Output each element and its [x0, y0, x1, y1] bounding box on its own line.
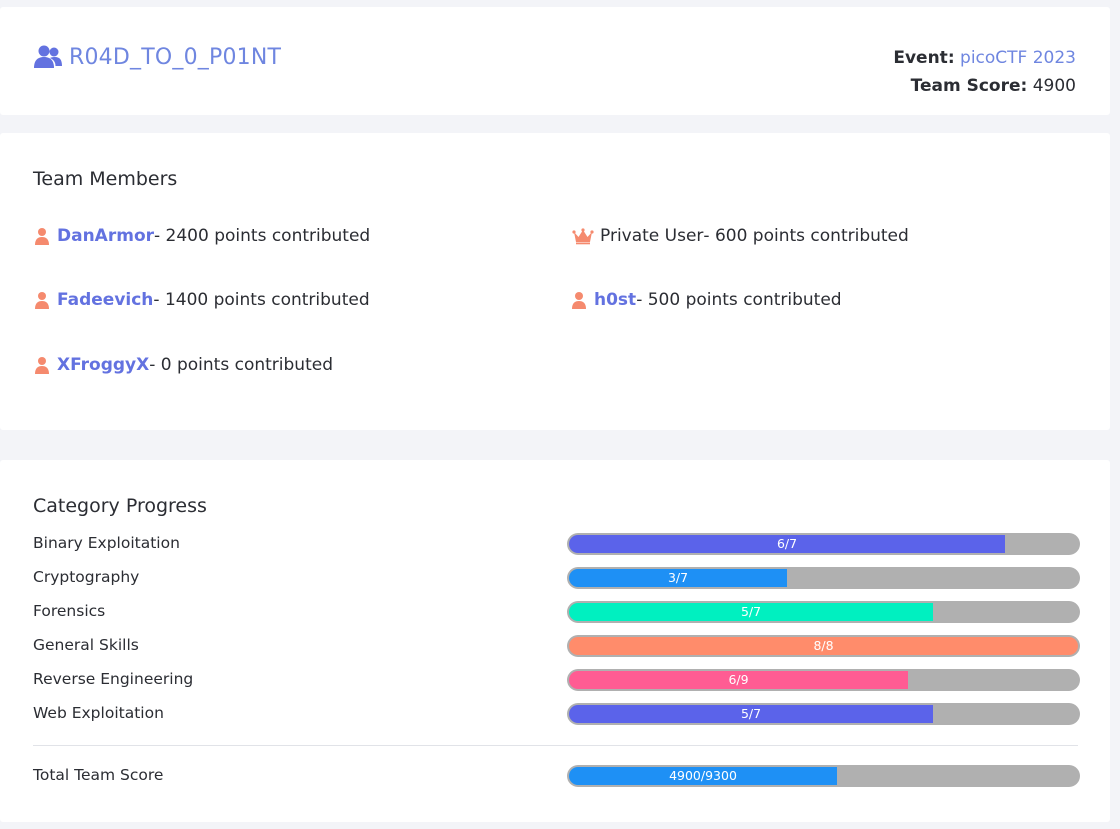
team-name: R04D_TO_0_P01NT [69, 44, 282, 70]
team-score-line: Team Score: 4900 [893, 72, 1076, 100]
team-header-card: R04D_TO_0_P01NT Event: picoCTF 2023 Team… [0, 7, 1110, 115]
member-link[interactable]: XFroggyX [57, 355, 149, 375]
category-progress-title: Category Progress [33, 495, 207, 517]
progress-text: 6/9 [728, 672, 749, 687]
category-label: Binary Exploitation [33, 534, 180, 552]
category-row: Web Exploitation 5/7 [33, 703, 1080, 725]
progress-text: 5/7 [740, 706, 762, 721]
category-row: Reverse Engineering 6/9 [33, 669, 1080, 691]
event-line: Event: picoCTF 2023 [893, 44, 1076, 72]
category-row: Binary Exploitation 6/7 [33, 533, 1080, 555]
member-points: - 1400 points contributed [153, 290, 370, 310]
progress-bar: 5/7 [567, 703, 1080, 725]
total-progress-bar: 4900/9300 [567, 765, 1080, 787]
team-score-label: Team Score: [910, 76, 1028, 96]
progress-fill: 5/7 [569, 705, 933, 723]
progress-fill: 8/8 [569, 637, 1078, 655]
team-title: R04D_TO_0_P01NT [33, 44, 281, 70]
member-points: - 0 points contributed [149, 355, 333, 375]
progress-text: 3/7 [667, 570, 689, 585]
user-icon [570, 291, 588, 309]
progress-bar: 6/7 [567, 533, 1080, 555]
member-points: - 2400 points contributed [154, 226, 371, 246]
category-label: Cryptography [33, 568, 140, 586]
total-progress-text: 4900/9300 [669, 768, 737, 783]
member-item: DanArmor - 2400 points contributed [33, 226, 370, 246]
progress-bar: 3/7 [567, 567, 1080, 589]
event-label: Event: [893, 48, 955, 68]
total-score-label: Total Team Score [33, 766, 164, 784]
team-score-value: 4900 [1032, 76, 1076, 96]
category-label: Web Exploitation [33, 704, 164, 722]
progress-fill: 3/7 [569, 569, 787, 587]
member-link[interactable]: DanArmor [57, 226, 154, 246]
team-members-title: Team Members [33, 168, 178, 190]
member-name: Private User [600, 226, 704, 246]
progress-bar: 6/9 [567, 669, 1080, 691]
category-label: Forensics [33, 602, 106, 620]
progress-fill: 5/7 [569, 603, 933, 621]
member-item: Private User - 600 points contributed [572, 226, 909, 246]
total-score-row: Total Team Score 4900/9300 [33, 765, 1080, 787]
team-members-card: Team Members DanArmor - 2400 points cont… [0, 133, 1110, 430]
member-item: XFroggyX - 0 points contributed [33, 355, 333, 375]
progress-bar: 5/7 [567, 601, 1080, 623]
progress-text: 6/7 [776, 536, 798, 551]
total-progress-fill: 4900/9300 [569, 767, 837, 785]
progress-fill: 6/9 [569, 671, 908, 689]
crown-icon [572, 227, 594, 245]
user-icon [33, 227, 51, 245]
progress-text: 8/8 [813, 638, 834, 653]
progress-fill: 6/7 [569, 535, 1005, 553]
category-label: Reverse Engineering [33, 670, 194, 688]
member-link[interactable]: Fadeevich [57, 290, 153, 310]
category-progress-card: Category Progress Binary Exploitation 6/… [0, 460, 1110, 822]
category-row: General Skills 8/8 [33, 635, 1080, 657]
member-points: - 600 points contributed [703, 226, 909, 246]
category-label: General Skills [33, 636, 139, 654]
progress-bar: 8/8 [567, 635, 1080, 657]
member-link[interactable]: h0st [594, 290, 636, 310]
member-points: - 500 points contributed [636, 290, 842, 310]
category-row: Forensics 5/7 [33, 601, 1080, 623]
progress-text: 5/7 [740, 604, 762, 619]
event-link[interactable]: picoCTF 2023 [960, 48, 1076, 68]
user-icon [33, 291, 51, 309]
user-icon [33, 356, 51, 374]
users-icon [33, 44, 63, 70]
divider [33, 745, 1078, 746]
event-info: Event: picoCTF 2023 Team Score: 4900 [893, 44, 1076, 100]
member-item: h0st - 500 points contributed [570, 290, 842, 310]
category-row: Cryptography 3/7 [33, 567, 1080, 589]
member-item: Fadeevich - 1400 points contributed [33, 290, 370, 310]
